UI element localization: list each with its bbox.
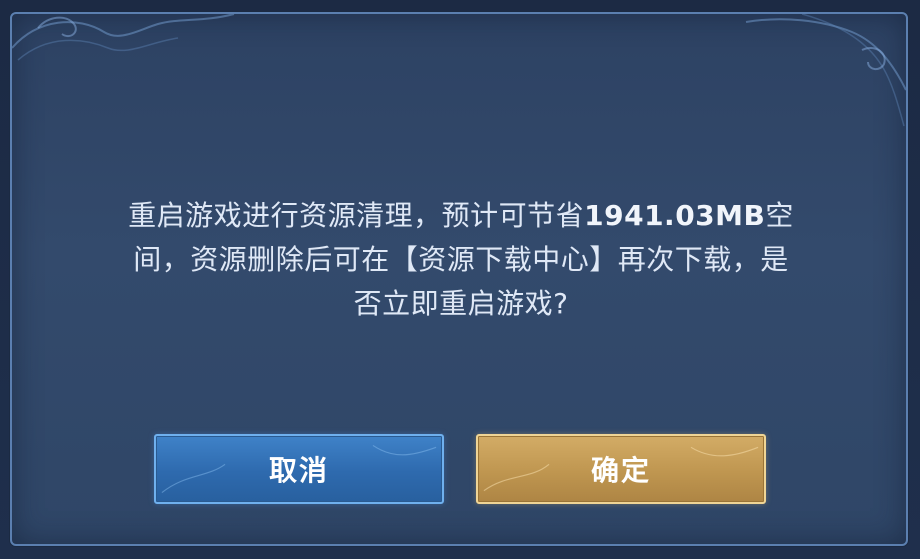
cancel-button-label: 取消 [268, 454, 329, 487]
cloud-ornament-icon [12, 14, 235, 61]
confirm-button-label: 确定 [590, 454, 651, 487]
message-line: 否立即重启游戏? [353, 287, 569, 320]
screen-backdrop: 重启游戏进行资源清理，预计可节省1941.03MB空 间，资源删除后可在【资源下… [0, 0, 920, 559]
message-line: 间，资源删除后可在【资源下载中心】再次下载，是 [133, 243, 789, 276]
message-line: 重启游戏进行资源清理，预计可节省1941.03MB空 [128, 199, 794, 232]
restart-confirm-dialog: 重启游戏进行资源清理，预计可节省1941.03MB空 间，资源删除后可在【资源下… [10, 12, 908, 546]
dialog-message: 重启游戏进行资源清理，预计可节省1941.03MB空 间，资源删除后可在【资源下… [46, 194, 876, 326]
cloud-ornament-icon [745, 14, 906, 127]
cancel-button[interactable]: 取消 [154, 434, 444, 504]
confirm-button[interactable]: 确定 [476, 434, 766, 504]
space-amount: 1941.03MB [584, 199, 766, 232]
